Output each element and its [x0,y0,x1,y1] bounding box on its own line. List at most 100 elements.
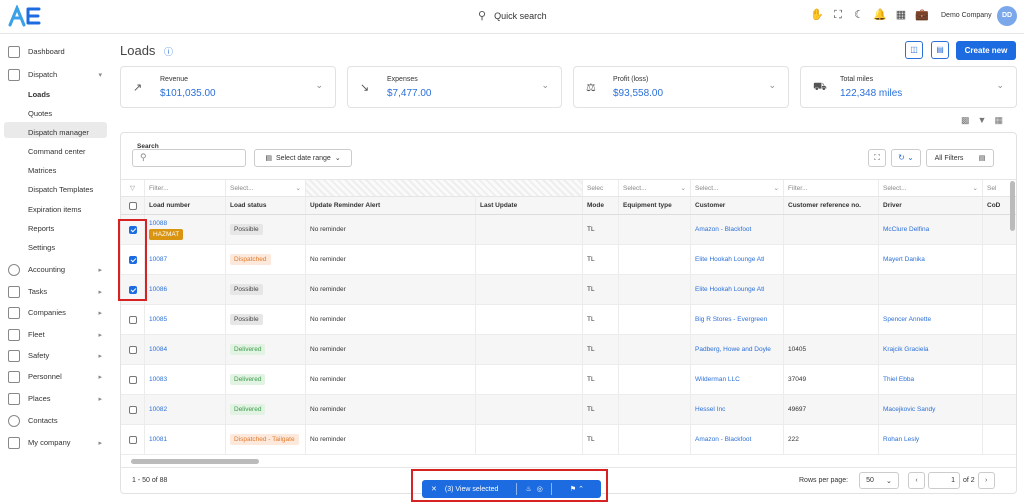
sidebar-item-settings[interactable]: Settings [28,243,55,252]
sidebar-item-contacts[interactable]: Contacts [8,412,108,429]
driver-link[interactable]: McClure Delfina [883,226,929,233]
sidebar-item-places[interactable]: Places ▸ [8,390,108,407]
sidebar-item-expiration-items[interactable]: Expiration items [28,205,81,214]
board-view-icon[interactable]: ◫ [905,41,923,59]
quick-search[interactable]: ⚲ Quick search [478,9,547,22]
prev-page-button[interactable]: ‹ [908,472,925,489]
avatar[interactable]: DD [997,6,1017,26]
row-checkbox[interactable] [121,395,145,424]
all-filters-button[interactable]: All Filters ▤ [926,149,994,167]
customer-link[interactable]: Wilderman LLC [695,376,740,383]
expand-icon[interactable]: ⛶ [868,149,886,167]
table-row[interactable]: 10087 Dispatched No reminder TL Elite Hookah… [121,245,1016,275]
hand-icon[interactable]: ✋ [810,8,824,22]
company-name[interactable]: Demo Company [941,12,992,19]
search-input[interactable]: ⚲ [132,149,246,167]
customer-link[interactable]: Hessel Inc [695,406,725,413]
column-header[interactable]: Equipment type [619,197,691,214]
customer-link[interactable]: Padberg, Howe and Doyle [695,346,771,353]
mode-filter-select[interactable]: Selec [583,180,619,196]
column-header[interactable]: Update Reminder Alert [306,197,476,214]
sidebar-item-dashboard[interactable]: Dashboard [8,43,108,60]
customer-link[interactable]: Elite Hookah Lounge Atl [695,286,764,293]
date-range-button[interactable]: ▤ Select date range ⌄ [254,149,352,167]
table-row[interactable]: 10085 Possible No reminder TL Big R Stores -… [121,305,1016,335]
sidebar-item-matrices[interactable]: Matrices [28,166,56,175]
table-row[interactable]: 10083 Delivered No reminder TL Wilderman LLC… [121,365,1016,395]
sidebar-item-command-center[interactable]: Command center [28,147,86,156]
sidebar-item-quotes[interactable]: Quotes [28,109,52,118]
reference-filter-input[interactable]: Filter... [784,180,879,196]
briefcase-icon[interactable]: 💼 [915,8,929,22]
driver-link[interactable]: Spencer Annette [883,316,931,323]
table-row[interactable]: 10081 Dispatched - Tailgate No reminder TL A… [121,425,1016,455]
driver-link[interactable]: Macejkovic Sandy [883,406,935,413]
sidebar-item-dispatch-templates[interactable]: Dispatch Templates [28,185,93,194]
sidebar-item-dispatch-manager[interactable]: Dispatch manager [28,128,89,137]
driver-link[interactable]: Mayert Danika [883,256,925,263]
column-header[interactable]: Driver [879,197,983,214]
load-number-link[interactable]: 10084 [149,346,167,353]
table-row[interactable]: 10088 HAZMAT Possible No reminder TL Amazon -… [121,215,1016,245]
sidebar-item-my-company[interactable]: My company ▸ [8,434,108,451]
create-new-button[interactable]: Create new [956,41,1016,60]
sidebar-item-safety[interactable]: Safety ▸ [8,347,108,364]
status-filter-select[interactable]: Select... ⌄ [226,180,306,196]
row-checkbox[interactable] [121,335,145,364]
row-checkbox[interactable] [121,425,145,454]
refresh-icon[interactable]: ↻ ⌄ [891,149,921,167]
sidebar-item-loads[interactable]: Loads [28,90,50,99]
load-number-link[interactable]: 10082 [149,406,167,413]
customer-filter-select[interactable]: Select... ⌄ [691,180,784,196]
sidebar-item-tasks[interactable]: Tasks ▸ [8,283,108,300]
load-number-link[interactable]: 10087 [149,256,167,263]
dark-mode-icon[interactable]: ☾ [852,8,866,22]
total-miles-card[interactable]: ⛟ Total miles 122,348 miles ⌄ [800,66,1017,108]
sidebar-item-companies[interactable]: Companies ▸ [8,304,108,321]
horizontal-scrollbar[interactable] [131,459,259,464]
column-header[interactable]: Customer [691,197,784,214]
driver-link[interactable]: Thiel Ebba [883,376,914,383]
sidebar-item-personnel[interactable]: Personnel ▸ [8,368,108,385]
row-checkbox[interactable] [121,365,145,394]
column-header[interactable]: Last Update [476,197,583,214]
row-checkbox[interactable] [121,305,145,334]
driver-link[interactable]: Krajcik Graciela [883,346,929,353]
apps-grid-icon[interactable]: ▦ [894,8,908,22]
customer-link[interactable]: Amazon - Blackfoot [695,226,751,233]
sidebar-item-accounting[interactable]: Accounting ▸ [8,261,108,278]
calculator-icon[interactable]: ▤ [931,41,949,59]
help-icon[interactable]: ⓘ [164,45,173,58]
bell-icon[interactable]: 🔔 [873,8,887,22]
page-input[interactable]: 1 [928,472,960,489]
table-row[interactable]: 10082 Delivered No reminder TL Hessel Inc 496… [121,395,1016,425]
equipment-filter-select[interactable]: Select... ⌄ [619,180,691,196]
load-number-link[interactable]: 10086 [149,286,167,293]
sidebar-item-reports[interactable]: Reports [28,224,54,233]
table-row[interactable]: 10084 Delivered No reminder TL Padberg, Howe… [121,335,1016,365]
load-number-link[interactable]: 10085 [149,316,167,323]
load-number-link[interactable]: 10083 [149,376,167,383]
columns-icon[interactable]: ▦ [994,115,1003,126]
next-page-button[interactable]: › [977,472,995,489]
customer-link[interactable]: Amazon - Blackfoot [695,436,751,443]
expenses-card[interactable]: ↘ Expenses $7,477.00 ⌄ [347,66,562,108]
column-header[interactable]: Load status [226,197,306,214]
customer-link[interactable]: Elite Hookah Lounge Atl [695,256,764,263]
driver-filter-select[interactable]: Select... ⌄ [879,180,983,196]
filter-input[interactable]: Filter... [145,180,226,196]
load-number-link[interactable]: 10081 [149,436,167,443]
customer-link[interactable]: Big R Stores - Evergreen [695,316,767,323]
export-pdf-icon[interactable]: ▩ [961,115,970,126]
rows-per-page-select[interactable]: 50 ⌄ [859,472,899,489]
select-all-checkbox[interactable] [121,197,145,214]
profit-card[interactable]: ⚖ Profit (loss) $93,558.00 ⌄ [573,66,789,108]
vertical-scrollbar[interactable] [1010,181,1015,231]
driver-link[interactable]: Rohan Lesly [883,436,919,443]
table-row[interactable]: 10086 Possible No reminder TL Elite Hookah L… [121,275,1016,305]
app-logo[interactable] [8,5,42,27]
sidebar-item-fleet[interactable]: Fleet ▸ [8,326,108,343]
revenue-card[interactable]: ↗ Revenue $101,035.00 ⌄ [120,66,336,108]
load-number-link[interactable]: 10088 [149,220,167,227]
sidebar-item-dispatch[interactable]: Dispatch ▾ [8,66,108,83]
